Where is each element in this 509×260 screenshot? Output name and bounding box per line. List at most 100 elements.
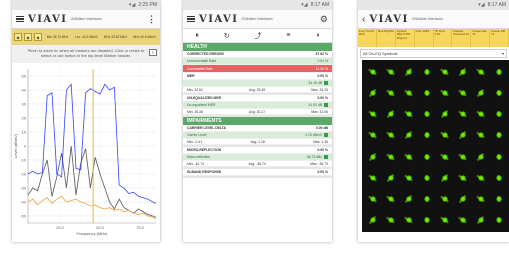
section-health: HEALTH — [183, 43, 332, 51]
constellation-point — [382, 83, 399, 103]
info-column: Intrlv 128/1 — [415, 29, 434, 47]
y-tick-label: 20 — [22, 115, 27, 120]
constellation-point — [418, 104, 435, 124]
card-carrier-level-delta[interactable]: CARRIER LEVEL DELTA 0.00 dB Carrier Level… — [183, 125, 332, 147]
y-tick-label: -50 — [20, 213, 27, 218]
section-impairments: IMPAIRMENTS — [183, 117, 332, 125]
constellation-point — [436, 62, 453, 82]
constellation-point — [436, 147, 453, 167]
constellation-point — [472, 147, 489, 167]
marker-button-2[interactable]: ◆ — [24, 33, 32, 41]
constellation-point — [454, 189, 471, 209]
row-correctable-rate[interactable]: Correctable Rate 11.00 % — [183, 65, 332, 73]
y-tick-label: -30 — [20, 185, 27, 190]
constellation-point — [490, 147, 507, 167]
constellation-display[interactable] — [362, 60, 509, 232]
hamburger-menu-icon[interactable] — [187, 15, 195, 23]
card-unequalized-mer[interactable]: UN-EQUALIZED MER 0.00 % Un-equalized MER 3… — [183, 95, 332, 117]
row-uncorrectable-rate[interactable]: Uncorrectable Rate 0.01 % — [183, 58, 332, 65]
constellation-point — [400, 210, 417, 230]
hamburger-menu-icon[interactable] — [16, 15, 24, 23]
constellation-point — [490, 168, 507, 188]
status-time: 8:17 AM — [487, 2, 506, 8]
constellation-point — [472, 125, 489, 145]
status-bar: ▾◢ 2:25 PM — [12, 0, 160, 10]
constellation-point — [472, 168, 489, 188]
info-column: Unique Diff 14 — [490, 29, 509, 47]
status-bar: ▾◢ 8:17 AM — [183, 0, 332, 10]
spectrum-svg: 50 40 30 20 10 0 -10 -20 -30 -40 -50 25.0 50.0 75.0 Fr… — [13, 69, 157, 236]
status-time: 8:17 AM — [310, 2, 329, 8]
gear-icon[interactable]: ⚙ — [320, 14, 328, 25]
marker-cell[interactable]: MHz 33.63 Mkr2 — [102, 35, 129, 39]
viavi-logo: VIAVI — [199, 13, 239, 25]
constellation-point — [364, 189, 381, 209]
y-tick-label: 40 — [22, 87, 27, 92]
marker-button-1[interactable]: ◆ — [14, 33, 22, 41]
x-tick-label: 75.0 — [136, 225, 145, 230]
constellation-point — [436, 104, 453, 124]
legend-toggle-button[interactable]: ≡ — [149, 49, 157, 56]
back-arrow-icon[interactable]: ‹ — [362, 14, 365, 25]
series-line — [27, 145, 157, 218]
constellation-point — [382, 125, 399, 145]
chart-icon[interactable]: ⤴ — [255, 31, 262, 41]
x-tick-label: 50.0 — [96, 225, 105, 230]
check-icon — [324, 155, 328, 159]
screenshot-stage: ▾◢ 2:25 PM VIAVI ONMaker Interfaces ⋮ ◆ … — [0, 0, 509, 260]
viavi-logo: VIAVI — [28, 13, 68, 25]
constellation-point — [382, 104, 399, 124]
logo-subtitle: ONMaker Interfaces — [70, 17, 102, 21]
constellation-point — [382, 210, 399, 230]
constellation-point — [436, 210, 453, 230]
phone-constellation: ▾◢ 8:17 AM ‹ VIAVI ONMaker Interfaces Fr… — [358, 0, 509, 242]
y-tick-label: -10 — [20, 157, 27, 162]
constellation-point — [418, 147, 435, 167]
signal-icon: ▾◢ — [129, 2, 136, 8]
constellation-point — [418, 168, 435, 188]
constellation-point — [364, 168, 381, 188]
constellation-point — [490, 210, 507, 230]
card-in-band-response[interactable]: IN-BAND RESPONSE 0.00 % — [183, 169, 332, 178]
constellation-point — [490, 104, 507, 124]
constellation-point — [454, 104, 471, 124]
marker-cell[interactable]: Mkr 45.75 MHz — [44, 35, 71, 39]
row-corrected-errors[interactable]: CORRECTED ERRORS 97.82 % — [183, 51, 332, 58]
constellation-point — [382, 147, 399, 167]
constellation-point — [364, 83, 381, 103]
overflow-menu-icon[interactable]: ⋮ — [147, 14, 156, 25]
constellation-point — [454, 83, 471, 103]
constellation-point — [472, 83, 489, 103]
marker-cell[interactable]: Lev -44.6 dBmV — [73, 35, 100, 39]
app-bar: VIAVI ONMaker Interfaces ⋮ — [12, 10, 160, 29]
constellation-point — [418, 83, 435, 103]
constellation-point — [436, 83, 453, 103]
info-column: Mod 64QAM — [377, 29, 396, 47]
status-bar: ▾◢ 8:17 AM — [358, 0, 509, 10]
chevron-down-icon: ▾ — [501, 51, 504, 56]
spectrum-chart[interactable]: 50 40 30 20 10 0 -10 -20 -30 -40 -50 25.0 50.0 75.0 Fr… — [12, 63, 160, 241]
symbol-filter-select[interactable]: All On-EQ Symbols ▾ — [360, 49, 507, 58]
y-tick-label: -20 — [20, 171, 27, 176]
constellation-point — [400, 125, 417, 145]
x-tick-label: 25.0 — [56, 225, 65, 230]
viavi-logo: VIAVI — [369, 13, 409, 25]
list-icon[interactable]: ≡ — [286, 32, 290, 39]
series-line — [27, 83, 157, 204]
zoom-hint: Pinch to zoom in; when all markers are d… — [12, 45, 160, 63]
refresh-icon[interactable]: ↻ — [224, 32, 230, 40]
card-micro-reflection[interactable]: MICRO-REFLECTION 0.00 % Micro-reflection -… — [183, 147, 332, 169]
info-column: Unique Hits 14 — [471, 29, 491, 47]
marker-button-3[interactable]: ◆ — [34, 33, 42, 41]
y-tick-label: 0 — [24, 143, 27, 148]
check-icon — [324, 103, 328, 107]
pause-icon[interactable]: ⏸ — [195, 32, 199, 40]
constellation-point — [400, 189, 417, 209]
constellation-point — [454, 147, 471, 167]
card-mer[interactable]: MER 0.00 % 34.15 dB Min: 32.52 Avg: 33.49 M… — [183, 73, 332, 95]
info-column: Packets Received 22 — [452, 29, 472, 47]
marker-cell[interactable]: MHz 45.8 dBmV — [131, 35, 158, 39]
info-column: TP Sync 5.81 — [434, 29, 453, 47]
constellation-point — [418, 189, 435, 209]
contrast-icon[interactable]: ◑ — [315, 32, 319, 39]
